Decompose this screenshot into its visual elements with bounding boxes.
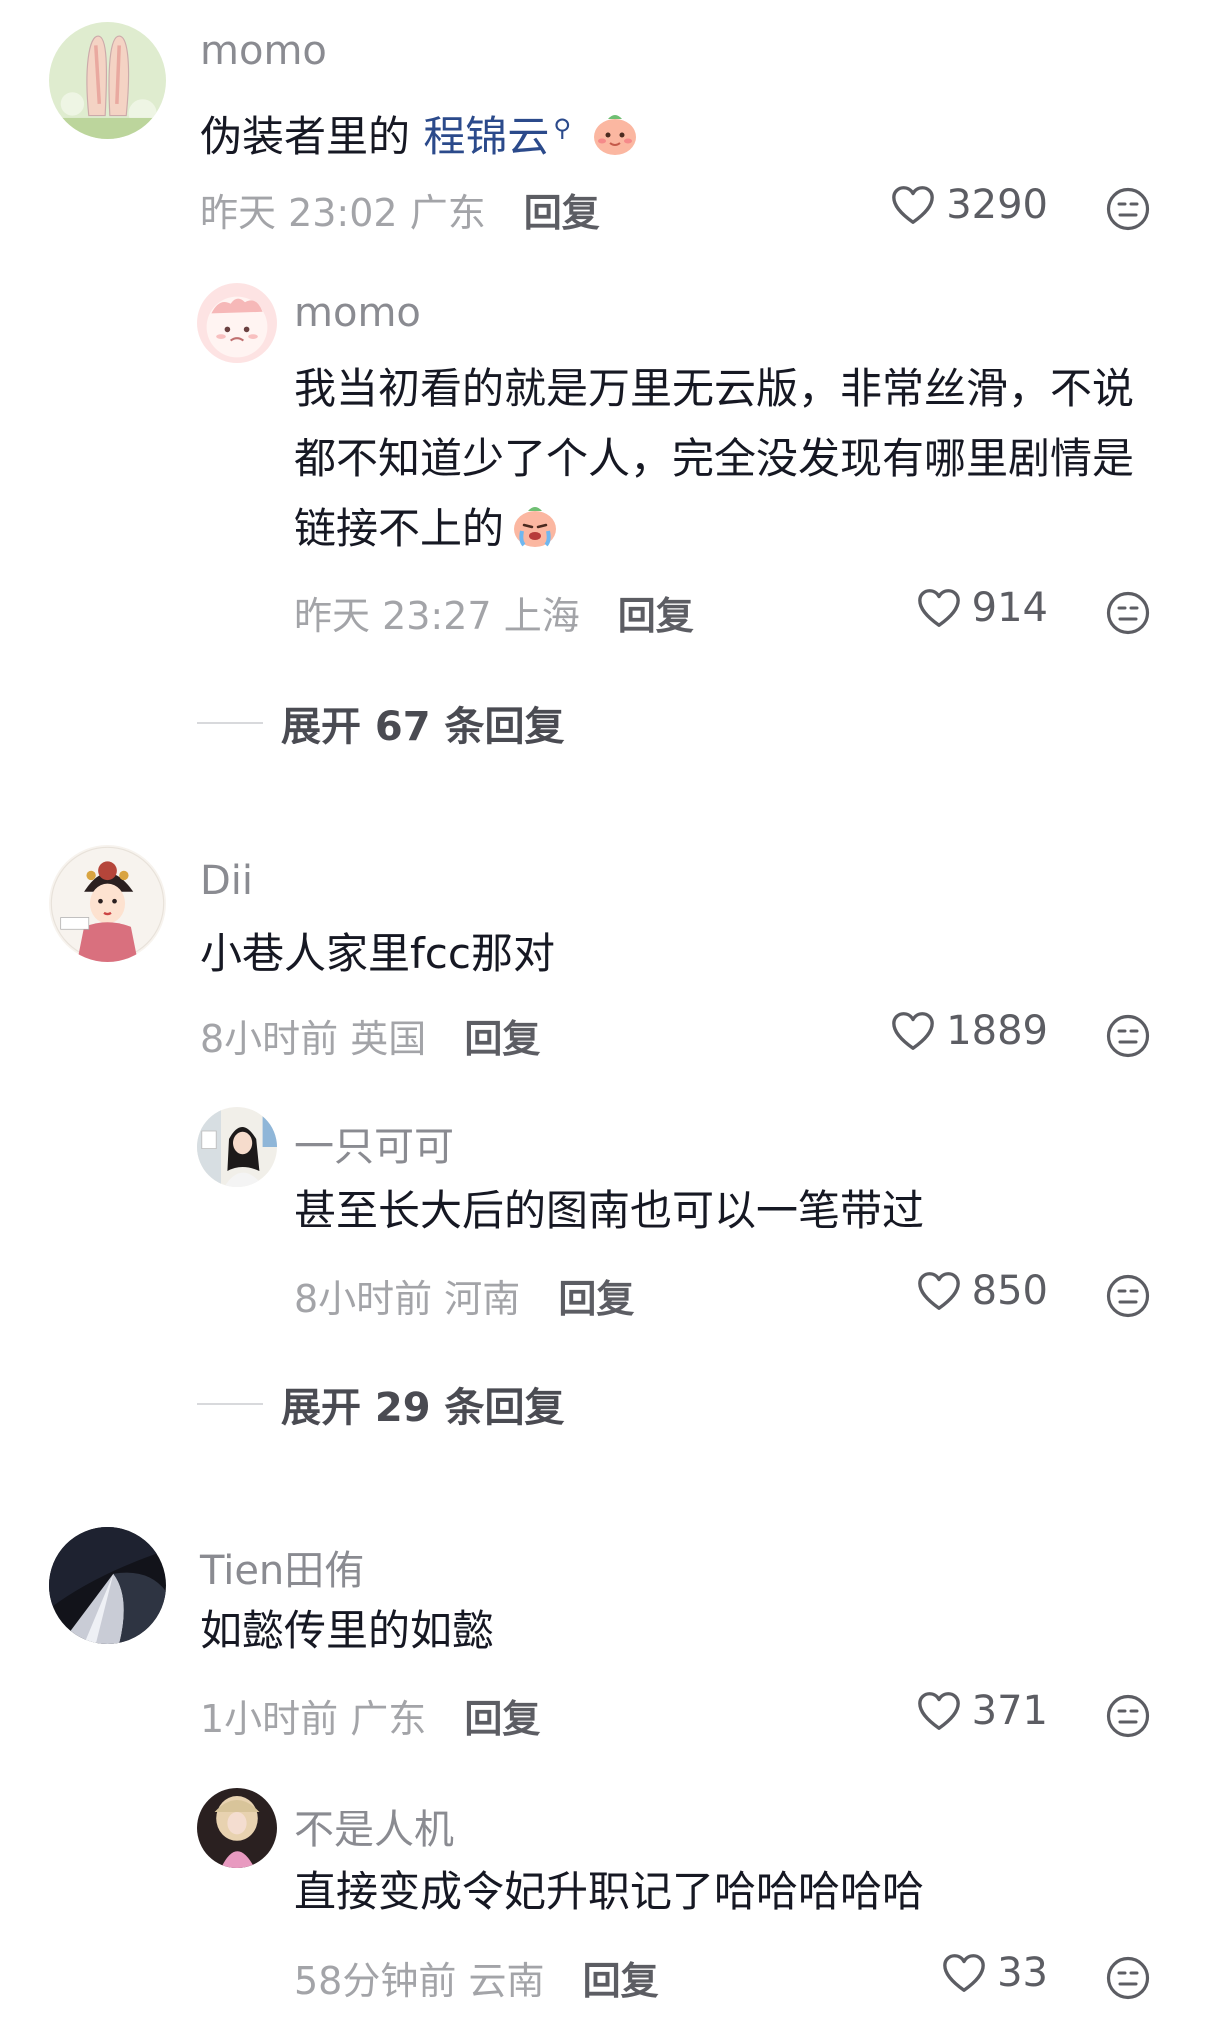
- divider: [197, 1403, 263, 1405]
- avatar[interactable]: [49, 845, 166, 962]
- comment-text: 小巷人家里fcc那对: [200, 929, 555, 978]
- like-count: 850: [971, 1268, 1048, 1314]
- like-count: 33: [997, 1950, 1048, 1996]
- heart-outline-icon: [892, 1012, 935, 1050]
- comment-time: 昨天 23:02: [200, 191, 398, 235]
- neutral-face-icon[interactable]: [1105, 186, 1151, 232]
- comment-time: 昨天 23:27: [294, 594, 492, 638]
- comment-username[interactable]: momo: [200, 28, 327, 74]
- reply-button[interactable]: 回复: [524, 191, 600, 235]
- neutral-face-icon[interactable]: [1105, 1693, 1151, 1739]
- comment-text-plain: 我当初看的就是万里无云版，非常丝滑，不说都不知道少了个人，完全没发现有哪里剧情是…: [294, 364, 1135, 553]
- comment-username[interactable]: Dii: [200, 858, 253, 904]
- reply-button[interactable]: 回复: [618, 594, 694, 638]
- neutral-face-icon[interactable]: [1105, 1013, 1151, 1059]
- like-button[interactable]: 33: [941, 1950, 1048, 1996]
- neutral-face-icon[interactable]: [1105, 590, 1151, 636]
- heart-outline-icon: [917, 1272, 960, 1310]
- mention-link[interactable]: 程锦云: [423, 112, 549, 161]
- comment-location: 上海: [503, 594, 580, 638]
- comment-meta: 8小时前 河南 回复: [294, 1268, 634, 1323]
- comment-time: 58分钟前: [294, 1959, 457, 2003]
- comment-username[interactable]: 一只可可: [294, 1114, 454, 1172]
- comment-location: 广东: [409, 191, 486, 235]
- like-count: 371: [971, 1688, 1048, 1734]
- search-icon[interactable]: ⚲: [553, 114, 571, 142]
- comment-meta: 1小时前 广东 回复: [200, 1688, 540, 1743]
- reply-button[interactable]: 回复: [464, 1697, 540, 1741]
- like-button[interactable]: 371: [916, 1688, 1048, 1734]
- avatar[interactable]: [49, 22, 166, 139]
- like-button[interactable]: 914: [916, 585, 1048, 631]
- comment-location: 广东: [350, 1697, 427, 1741]
- avatar[interactable]: [49, 1527, 166, 1644]
- comment-meta: 昨天 23:02 广东 回复: [200, 182, 600, 237]
- blush-face-emoji: [590, 109, 640, 159]
- comment-time: 1小时前: [200, 1697, 339, 1741]
- avatar[interactable]: [197, 283, 277, 363]
- expand-replies-label: 展开 29 条回复: [281, 1385, 565, 1431]
- neutral-face-icon[interactable]: [1105, 1273, 1151, 1319]
- comment-location: 河南: [444, 1277, 521, 1321]
- reply-button[interactable]: 回复: [464, 1017, 540, 1061]
- comment-time: 8小时前: [294, 1277, 433, 1321]
- divider: [197, 722, 263, 724]
- neutral-face-icon[interactable]: [1105, 1955, 1151, 2001]
- comment-location: 云南: [468, 1959, 545, 2003]
- heart-outline-icon: [943, 1954, 985, 1992]
- expand-replies-button[interactable]: 展开 67 条回复: [197, 694, 565, 752]
- like-count: 1889: [946, 1008, 1048, 1054]
- comment-time: 8小时前: [200, 1017, 339, 1061]
- comment-text: 我当初看的就是万里无云版，非常丝滑，不说都不知道少了个人，完全没发现有哪里剧情是…: [294, 354, 1154, 564]
- comment-meta: 58分钟前 云南 回复: [294, 1950, 659, 2005]
- expand-replies-label: 展开 67 条回复: [281, 704, 565, 750]
- comment-username[interactable]: Tien田侑: [200, 1538, 364, 1596]
- heart-outline-icon: [917, 589, 960, 627]
- like-count: 914: [971, 585, 1048, 631]
- comment-username[interactable]: momo: [294, 290, 421, 336]
- avatar[interactable]: [197, 1107, 277, 1187]
- reply-button[interactable]: 回复: [583, 1959, 659, 2003]
- like-button[interactable]: 3290: [890, 182, 1048, 228]
- heart-outline-icon: [892, 186, 935, 224]
- expand-replies-button[interactable]: 展开 29 条回复: [197, 1375, 565, 1433]
- comment-username[interactable]: 不是人机: [294, 1797, 454, 1855]
- comment-text: 如懿传里的如懿: [200, 1606, 495, 1655]
- comment-meta: 昨天 23:27 上海 回复: [294, 585, 694, 640]
- comment-meta: 8小时前 英国 回复: [200, 1008, 540, 1063]
- reply-button[interactable]: 回复: [558, 1277, 634, 1321]
- comment-text: 伪装者里的 程锦云 ⚲: [200, 93, 1100, 172]
- crying-face-emoji: [510, 501, 560, 551]
- like-button[interactable]: 1889: [890, 1008, 1048, 1054]
- like-button[interactable]: 850: [916, 1268, 1048, 1314]
- like-count: 3290: [946, 182, 1048, 228]
- avatar[interactable]: [197, 1788, 277, 1868]
- comment-text: 直接变成令妃升职记了哈哈哈哈哈: [294, 1867, 925, 1916]
- heart-outline-icon: [917, 1692, 960, 1730]
- comment-text: 甚至长大后的图南也可以一笔带过: [294, 1186, 925, 1235]
- comment-text-plain: 伪装者里的: [200, 112, 424, 161]
- comment-location: 英国: [350, 1017, 427, 1061]
